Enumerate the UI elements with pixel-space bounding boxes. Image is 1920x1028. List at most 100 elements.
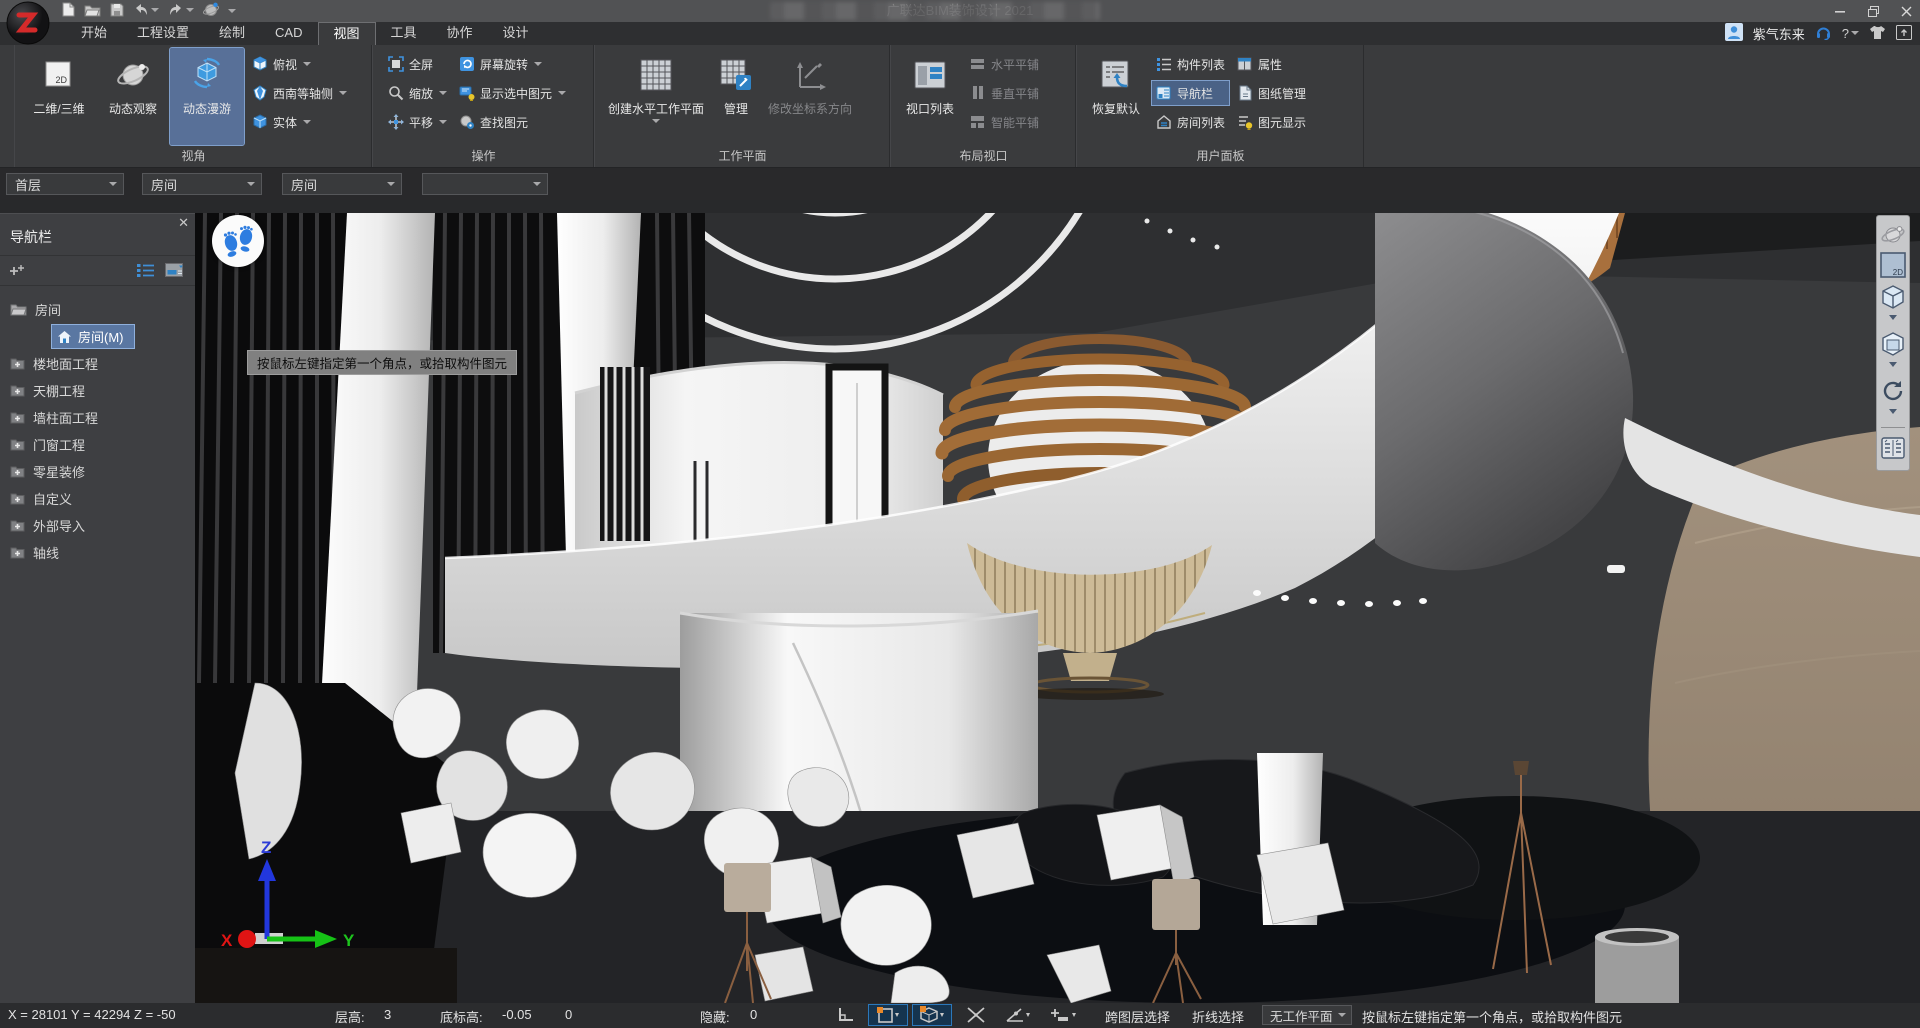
- navigation-panel-icon: [1156, 85, 1172, 101]
- add-favorite-icon[interactable]: [10, 264, 26, 278]
- button-viewport-list[interactable]: 视口列表: [898, 48, 962, 145]
- button-pan[interactable]: 平移: [384, 110, 451, 134]
- attribute-combo[interactable]: [422, 173, 548, 195]
- rotate-view-dropdown-caret[interactable]: [1889, 409, 1897, 418]
- type-combo[interactable]: 房间: [282, 173, 402, 195]
- restore-button[interactable]: [1868, 6, 1879, 17]
- rotate-view-button[interactable]: [1879, 376, 1907, 406]
- tab-collaborate[interactable]: 协作: [432, 22, 488, 45]
- button-orbit[interactable]: 动态观察: [96, 48, 170, 145]
- snap-2d-button[interactable]: [868, 1004, 908, 1026]
- app-logo[interactable]: [6, 1, 50, 45]
- publish-window-icon[interactable]: [1896, 25, 1912, 43]
- view-cube-dropdown-caret[interactable]: [1889, 315, 1897, 324]
- button-label: 俯视: [273, 56, 297, 73]
- button-properties[interactable]: 属性: [1233, 52, 1310, 76]
- status-message: 按鼠标左键指定第一个角点，或拾取构件图元: [1362, 1007, 1622, 1026]
- tree-node-label: 门窗工程: [33, 435, 85, 454]
- button-zoom[interactable]: 缩放: [384, 81, 451, 105]
- tab-cad[interactable]: CAD: [260, 22, 317, 45]
- create-workplane-caret[interactable]: [652, 119, 660, 127]
- tree-node-custom[interactable]: 自定义: [0, 485, 195, 512]
- title-bar: 广联达BIM装饰设计 2021: [0, 0, 1920, 22]
- tree-node-room-selected[interactable]: 房间(M): [0, 323, 195, 350]
- 2d-view-button[interactable]: 2D: [1879, 250, 1907, 280]
- view-cube-button[interactable]: [1879, 282, 1907, 312]
- polyline-select-button[interactable]: 折线选择: [1192, 1007, 1244, 1026]
- context-bar: 首层 房间 房间: [0, 168, 1920, 200]
- crosshair-x-button[interactable]: [956, 1004, 996, 1026]
- user-name[interactable]: 紫气东来: [1753, 24, 1805, 43]
- tab-design[interactable]: 设计: [488, 22, 544, 45]
- button-label: 恢复默认: [1092, 100, 1140, 117]
- viewport-list-icon: [912, 57, 948, 93]
- tree-node-label: 房间(M): [78, 327, 124, 346]
- orbit-tool-button[interactable]: [1879, 222, 1907, 248]
- panel-layout-icon[interactable]: [165, 263, 185, 278]
- orbit-icon: [115, 57, 151, 93]
- tree-node-room-root[interactable]: 房间: [0, 296, 195, 323]
- theme-shirt-icon[interactable]: [1869, 25, 1886, 43]
- button-drawing-manage[interactable]: 图纸管理: [1233, 81, 1310, 105]
- user-avatar[interactable]: [1725, 23, 1743, 44]
- panel-close-icon[interactable]: ✕: [178, 216, 189, 230]
- button-2d-3d[interactable]: 2D 二维/三维: [22, 48, 96, 145]
- tab-project-settings[interactable]: 工程设置: [122, 22, 204, 45]
- floor-combo[interactable]: 首层: [6, 173, 124, 195]
- button-full-screen[interactable]: 全屏: [384, 52, 451, 76]
- button-label: 导航栏: [1177, 85, 1213, 102]
- button-sw-isometric[interactable]: 西南等轴侧: [248, 81, 351, 105]
- tree-node-axis-lines[interactable]: 轴线: [0, 539, 195, 566]
- folder-plus-icon: [10, 411, 25, 424]
- minimize-button[interactable]: [1835, 6, 1846, 17]
- button-label: 水平平铺: [991, 56, 1039, 73]
- top-view-icon: [252, 56, 268, 72]
- tree-node-external-import[interactable]: 外部导入: [0, 512, 195, 539]
- button-top-view[interactable]: 俯视: [248, 52, 351, 76]
- ortho-mode-button[interactable]: [826, 1004, 866, 1026]
- tree-node-floor-works[interactable]: 楼地面工程: [0, 350, 195, 377]
- increment-snap-button[interactable]: [1044, 1004, 1084, 1026]
- tree-node-door-window-works[interactable]: 门窗工程: [0, 431, 195, 458]
- angle-snap-button[interactable]: [998, 1004, 1038, 1026]
- application-window: 广联达BIM装饰设计 2021 开始 工程设置 绘制 CAD 视图 工具 协作 …: [0, 0, 1920, 1028]
- button-find-element[interactable]: 查找图元: [455, 110, 570, 134]
- button-room-list[interactable]: 房间列表: [1152, 110, 1229, 134]
- button-element-display[interactable]: 图元显示: [1233, 110, 1310, 134]
- selected-tree-chip[interactable]: 房间(M): [52, 325, 134, 348]
- tree-node-label: 自定义: [33, 489, 72, 508]
- view-box-dropdown-caret[interactable]: [1889, 362, 1897, 371]
- button-walkthrough[interactable]: 动态漫游: [170, 48, 244, 145]
- button-solid-style[interactable]: 实体: [248, 110, 351, 134]
- support-headset-icon[interactable]: [1815, 24, 1832, 43]
- tree-node-wall-column-works[interactable]: 墙柱面工程: [0, 404, 195, 431]
- snap-3d-button[interactable]: [912, 1004, 952, 1026]
- cross-layer-select-button[interactable]: 跨图层选择: [1105, 1007, 1170, 1026]
- button-restore-default[interactable]: 恢复默认: [1084, 48, 1148, 145]
- group-label-workplane: 工作平面: [602, 147, 883, 167]
- category-combo[interactable]: 房间: [142, 173, 262, 195]
- 3d-viewport[interactable]: Z Y X 按鼠标左: [195, 213, 1920, 1003]
- display-settings-button[interactable]: [1879, 434, 1907, 462]
- tab-start[interactable]: 开始: [66, 22, 122, 45]
- list-view-icon[interactable]: [137, 263, 155, 278]
- button-show-selected[interactable]: 显示选中图元: [455, 81, 570, 105]
- help-button[interactable]: ?: [1842, 26, 1859, 41]
- tab-view[interactable]: 视图: [318, 22, 376, 45]
- button-component-list[interactable]: 构件列表: [1152, 52, 1229, 76]
- tab-tools[interactable]: 工具: [376, 22, 432, 45]
- tree-node-misc-decoration[interactable]: 零星装修: [0, 458, 195, 485]
- tree-node-ceiling-works[interactable]: 天棚工程: [0, 377, 195, 404]
- user-area: 紫气东来 ?: [1725, 22, 1912, 45]
- button-workplane-manage[interactable]: 管理: [710, 48, 762, 145]
- tree-node-label: 天棚工程: [33, 381, 85, 400]
- view-box-button[interactable]: [1879, 329, 1907, 359]
- tab-draw[interactable]: 绘制: [204, 22, 260, 45]
- workplane-combo[interactable]: 无工作平面: [1262, 1005, 1352, 1025]
- button-navigation-panel[interactable]: 导航栏: [1152, 81, 1229, 105]
- type-combo-value: 房间: [291, 175, 387, 194]
- button-screen-rotate[interactable]: 屏幕旋转: [455, 52, 570, 76]
- button-create-horizontal-workplane[interactable]: 创建水平工作平面: [602, 48, 710, 145]
- close-button[interactable]: [1901, 6, 1912, 17]
- ribbon-group-user-panels: 恢复默认 构件列表 导航栏 房间列表: [1076, 45, 1364, 167]
